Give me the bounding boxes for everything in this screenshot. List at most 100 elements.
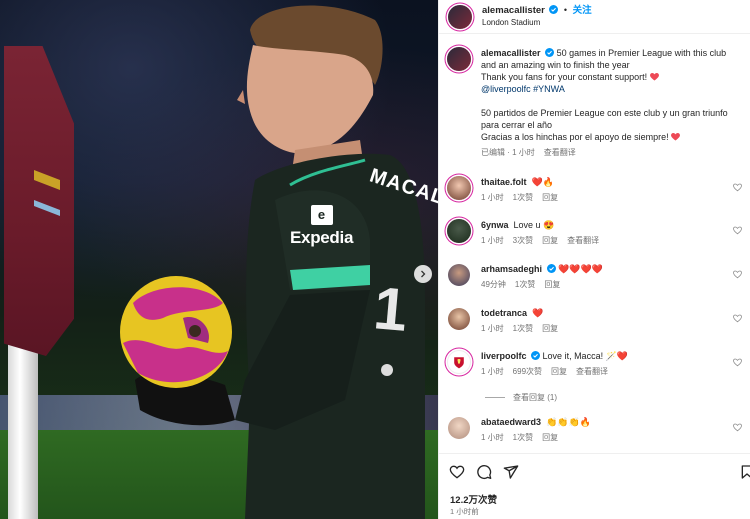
caption-thanks-es: Gracias a los hinchas por el apoyo de si… bbox=[481, 132, 672, 142]
comment-text: Love u bbox=[513, 220, 544, 230]
comment-time: 1 小时 bbox=[481, 433, 504, 442]
reply-button[interactable]: 回复 bbox=[542, 323, 558, 335]
comment-row: 6ynwa Love u 😍 1 小时 3次赞 回复 查看翻译 bbox=[447, 219, 736, 247]
heart-outline-icon bbox=[733, 423, 742, 432]
comment-emoji: 🪄❤️ bbox=[605, 351, 628, 361]
next-photo-button[interactable] bbox=[414, 265, 432, 283]
commenter-username[interactable]: arhamsadeghi bbox=[481, 264, 542, 274]
comment-text: ❤️❤️❤️❤️ bbox=[558, 264, 603, 274]
comment-likes[interactable]: 699次赞 bbox=[513, 366, 542, 378]
like-heart-icon[interactable] bbox=[449, 464, 465, 480]
comment-time: 1 小时 bbox=[481, 193, 504, 202]
post-header: alemacallister • 关注 London Stadium bbox=[439, 0, 750, 34]
replies-divider bbox=[485, 397, 505, 398]
caption-text-es: 50 partidos de Premier League con este c… bbox=[481, 108, 728, 130]
heart-outline-icon bbox=[733, 226, 742, 235]
heart-outline-icon bbox=[733, 183, 742, 192]
view-replies-label: 查看回复 (1) bbox=[513, 393, 557, 402]
verified-badge-icon bbox=[546, 264, 556, 273]
share-paper-plane-icon[interactable] bbox=[503, 464, 519, 480]
football bbox=[120, 276, 232, 388]
comment-emoji: 😍 bbox=[543, 220, 555, 230]
comment-like-button[interactable] bbox=[733, 226, 742, 235]
comment-text: ❤️ bbox=[532, 308, 544, 318]
comment-like-button[interactable] bbox=[733, 270, 742, 279]
post-location[interactable]: London Stadium bbox=[482, 17, 592, 29]
see-translation-link[interactable]: 查看翻译 bbox=[567, 235, 599, 247]
commenter-avatar[interactable] bbox=[447, 176, 471, 200]
chevron-right-icon bbox=[421, 270, 426, 278]
expedia-logo: e bbox=[310, 205, 333, 225]
reply-button[interactable]: 回复 bbox=[544, 279, 560, 291]
comments-scroll[interactable]: alemacallister 50 games in Premier Leagu… bbox=[439, 35, 750, 453]
view-replies-button[interactable]: 查看回复 (1) bbox=[485, 392, 557, 403]
author-username[interactable]: alemacallister bbox=[482, 5, 545, 16]
caption-row: alemacallister 50 games in Premier Leagu… bbox=[447, 47, 743, 159]
caption-hashtags[interactable]: @liverpoolfc #YNWA bbox=[481, 83, 743, 95]
likes-count[interactable]: 12.2万次赞 bbox=[450, 492, 497, 506]
comment-like-button[interactable] bbox=[733, 183, 742, 192]
comment-like-button[interactable] bbox=[733, 358, 742, 367]
comment-likes[interactable]: 1次赞 bbox=[513, 323, 533, 335]
comment-text: 👏👏👏🔥 bbox=[546, 417, 591, 427]
comment-time: 1 小时 bbox=[481, 236, 504, 245]
follow-button[interactable]: 关注 bbox=[573, 5, 592, 16]
comment-row: abataedward3 👏👏👏🔥 1 小时 1次赞 回复 bbox=[447, 416, 736, 444]
commenter-avatar[interactable] bbox=[447, 219, 471, 243]
commenter-avatar[interactable] bbox=[448, 308, 470, 330]
see-translation-link[interactable]: 查看翻译 bbox=[576, 366, 608, 378]
player-figure: 1 bbox=[125, 0, 425, 519]
corner-flag-stripe bbox=[30, 160, 64, 230]
commenter-username[interactable]: liverpoolfc bbox=[481, 351, 527, 361]
reply-button[interactable]: 回复 bbox=[551, 366, 567, 378]
reply-button[interactable]: 回复 bbox=[542, 432, 558, 444]
comment-likes[interactable]: 1次赞 bbox=[515, 279, 535, 291]
commenter-username[interactable]: todetranca bbox=[481, 308, 527, 318]
post-actions: 12.2万次赞 1 小时前 bbox=[439, 453, 750, 519]
reply-button[interactable]: 回复 bbox=[542, 235, 558, 247]
comment-time: 49分钟 bbox=[481, 280, 506, 289]
commenter-username[interactable]: thaitae.folt bbox=[481, 177, 527, 187]
commenter-avatar[interactable] bbox=[447, 350, 471, 374]
commenter-username[interactable]: abataedward3 bbox=[481, 417, 541, 427]
comment-like-button[interactable] bbox=[733, 423, 742, 432]
comment-likes[interactable]: 3次赞 bbox=[513, 235, 533, 247]
comment-row: liverpoolfc Love it, Macca! 🪄❤️ 1 小时 699次… bbox=[447, 350, 736, 378]
comment-like-button[interactable] bbox=[733, 314, 742, 323]
comment-text: Love it, Macca! bbox=[542, 351, 606, 361]
separator-dot: • bbox=[563, 5, 568, 15]
comment-row: todetranca ❤️ 1 小时 1次赞 回复 bbox=[447, 307, 736, 335]
reply-button[interactable]: 回复 bbox=[542, 192, 558, 204]
heart-outline-icon bbox=[733, 270, 742, 279]
heart-outline-icon bbox=[733, 314, 742, 323]
comment-likes[interactable]: 1次赞 bbox=[513, 192, 533, 204]
red-heart-icon bbox=[649, 73, 659, 81]
verified-badge-icon bbox=[531, 351, 541, 360]
svg-text:1: 1 bbox=[371, 274, 410, 344]
comment-row: thaitae.folt ❤️🔥 1 小时 1次赞 回复 bbox=[447, 176, 736, 204]
heart-outline-icon bbox=[733, 358, 742, 367]
save-button[interactable] bbox=[739, 464, 750, 482]
commenter-avatar[interactable] bbox=[448, 264, 470, 286]
red-heart-icon bbox=[671, 133, 681, 141]
comment-bubble-icon[interactable] bbox=[476, 464, 492, 480]
liverpool-crest-icon bbox=[454, 357, 464, 369]
author-avatar[interactable] bbox=[448, 4, 472, 29]
post-photo[interactable]: 1 e Expedia MACALL bbox=[0, 0, 438, 519]
caption-thanks: Thank you fans for your constant support… bbox=[481, 72, 650, 82]
sponsor-text: Expedia bbox=[290, 228, 354, 247]
edited-label: 已编辑 bbox=[481, 148, 505, 157]
commenter-username[interactable]: 6ynwa bbox=[481, 220, 509, 230]
caption-username[interactable]: alemacallister bbox=[481, 48, 541, 58]
bookmark-icon bbox=[741, 465, 750, 479]
comment-time: 1 小时 bbox=[481, 324, 504, 333]
commenter-avatar[interactable] bbox=[448, 417, 470, 439]
see-translation-link[interactable]: 查看翻译 bbox=[544, 147, 576, 159]
post-panel: alemacallister • 关注 London Stadium alema… bbox=[438, 0, 750, 519]
caption-avatar[interactable] bbox=[447, 47, 471, 71]
comment-text: ❤️🔥 bbox=[531, 177, 554, 187]
caption-time: 1 小时 bbox=[512, 148, 535, 157]
comment-likes[interactable]: 1次赞 bbox=[513, 432, 533, 444]
jersey-sponsor: e Expedia bbox=[290, 205, 353, 248]
comment-time: 1 小时 bbox=[481, 367, 504, 376]
